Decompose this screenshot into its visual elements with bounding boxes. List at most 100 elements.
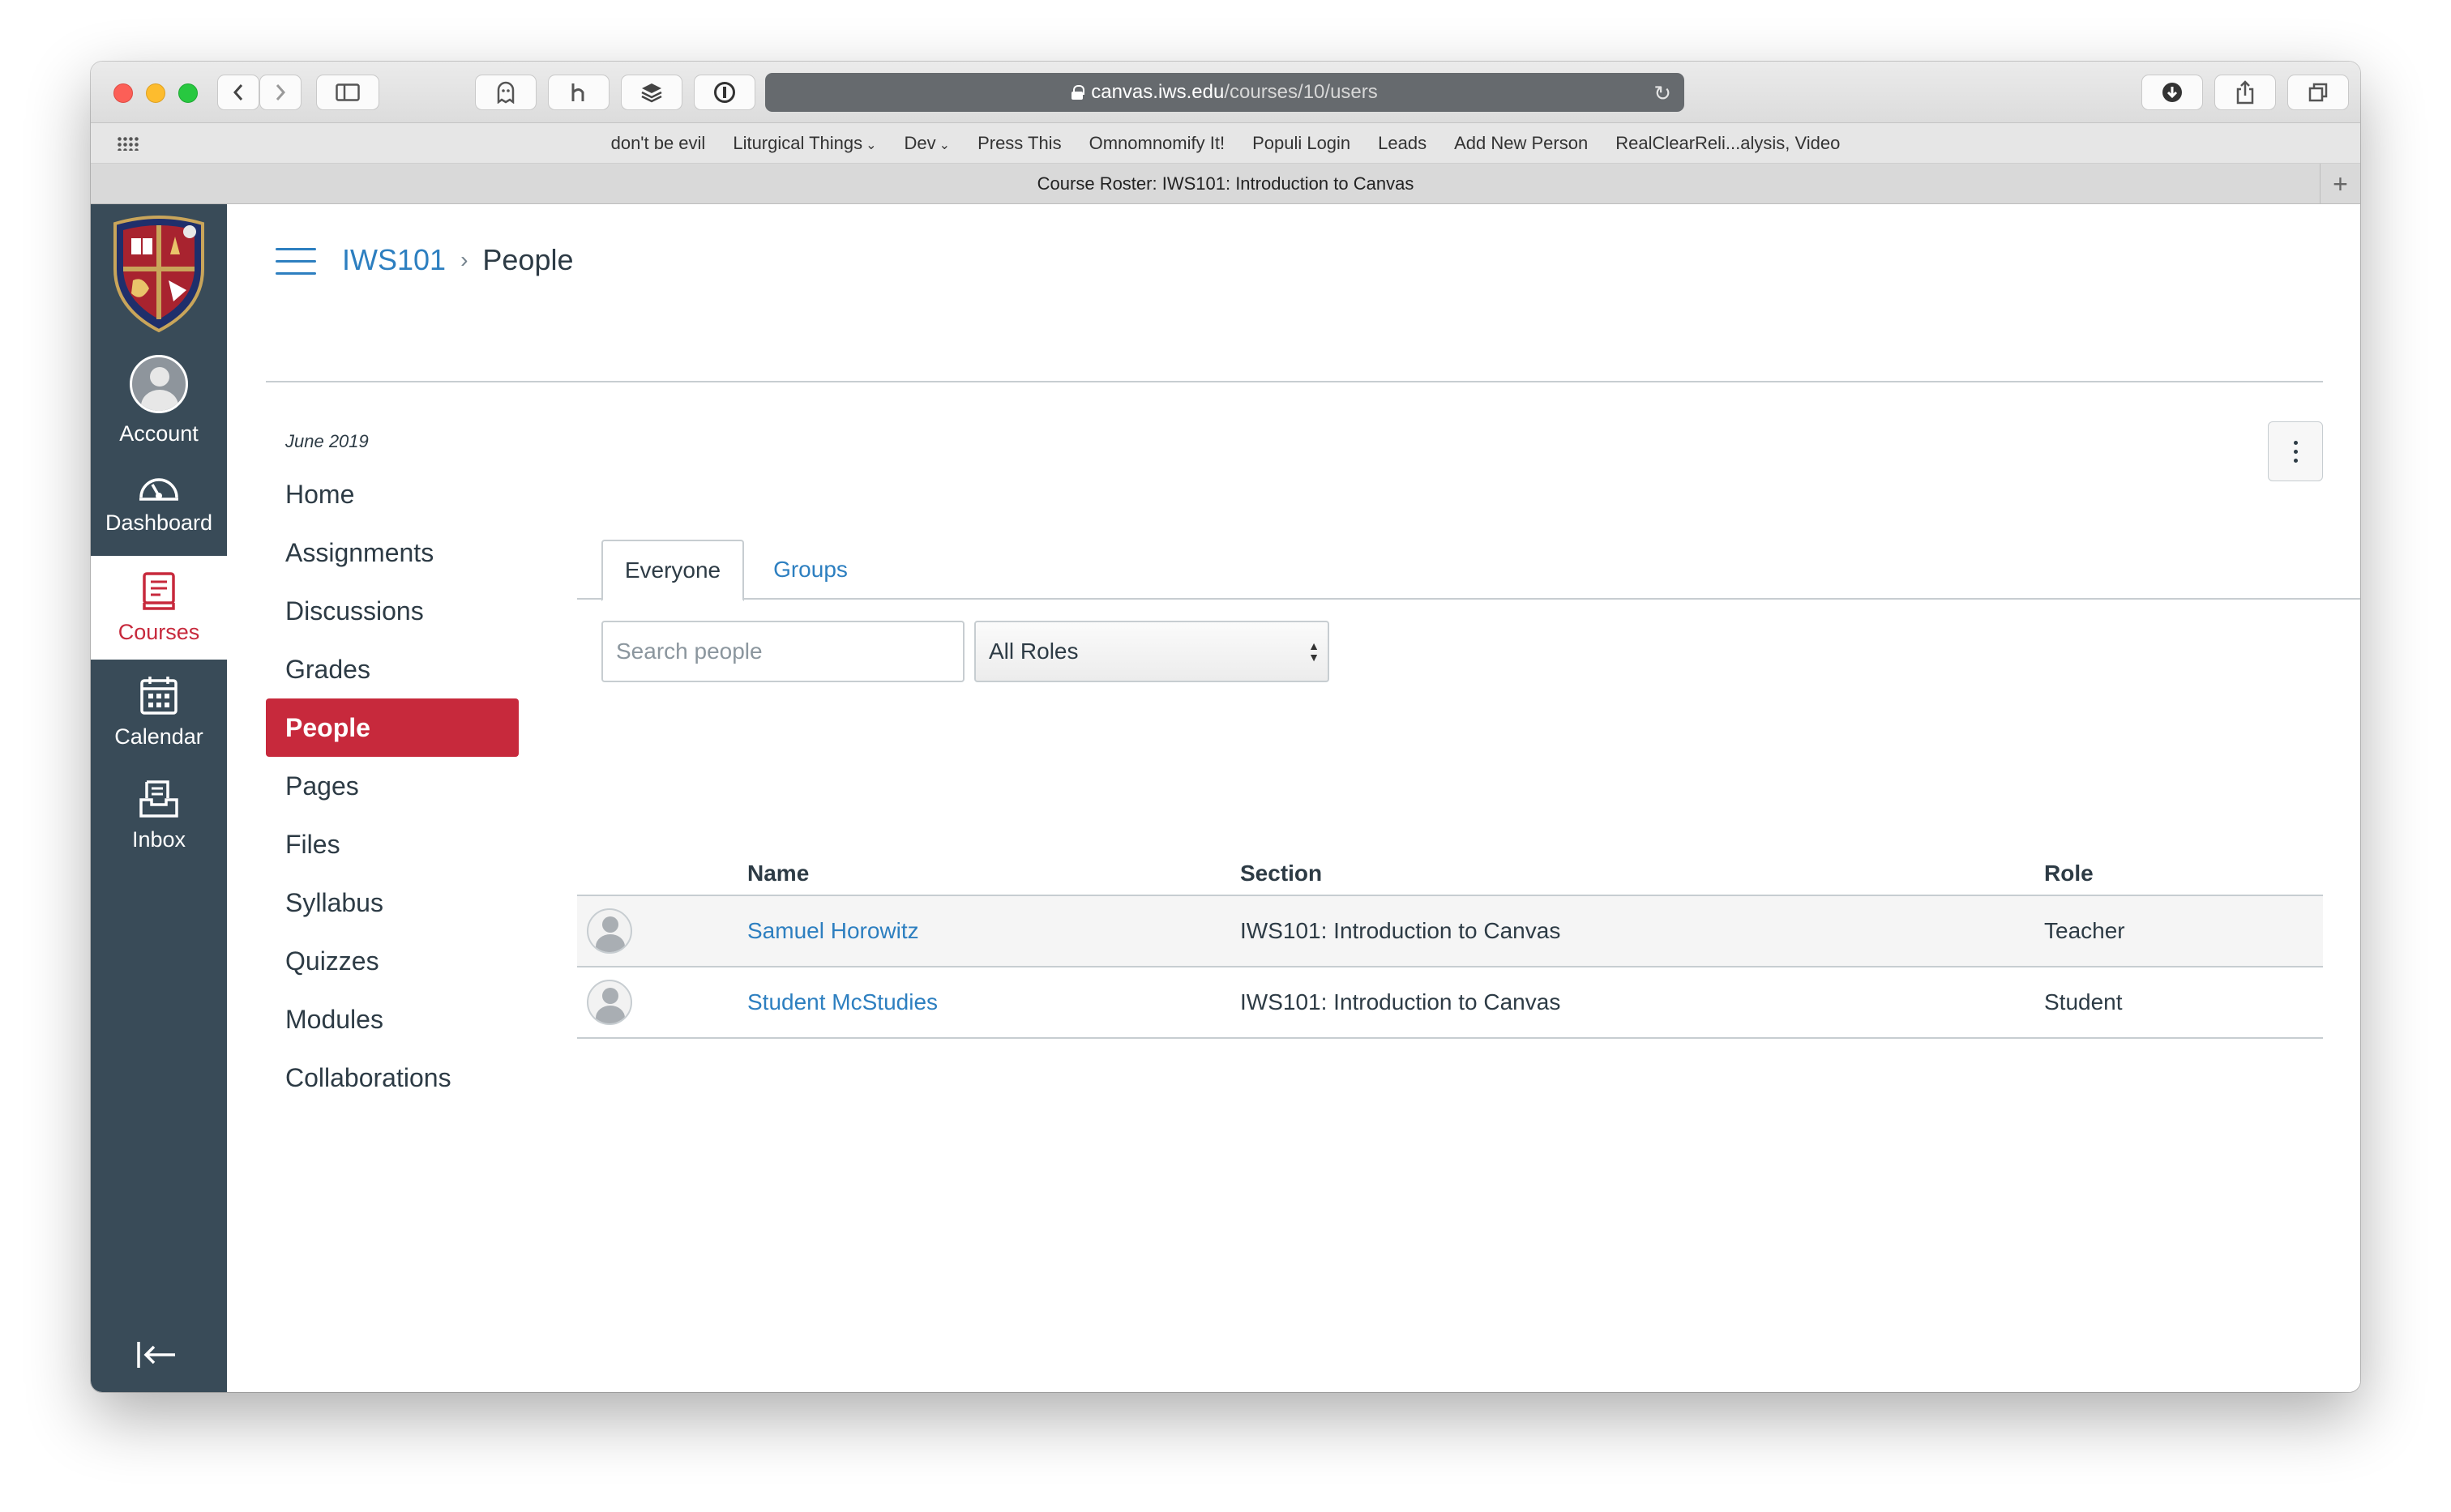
plus-icon: +: [2333, 169, 2348, 199]
hamburger-icon: [276, 248, 316, 250]
user-role: Teacher: [2044, 918, 2125, 943]
global-nav-account[interactable]: Account: [91, 348, 227, 452]
bookmark-item[interactable]: Leads: [1378, 133, 1427, 154]
browser-tab-bar: Course Roster: IWS101: Introduction to C…: [91, 164, 2360, 204]
bookmark-item[interactable]: Press This: [977, 133, 1062, 154]
bookmark-folder[interactable]: Dev ⌄: [905, 133, 951, 154]
breadcrumb-separator-icon: ›: [460, 247, 468, 272]
crest-logo-icon: [113, 216, 204, 333]
course-nav-grades[interactable]: Grades: [266, 640, 519, 698]
minimize-window-button[interactable]: [146, 83, 165, 103]
user-section: IWS101: Introduction to Canvas: [1240, 918, 1561, 943]
browser-tab-title[interactable]: Course Roster: IWS101: Introduction to C…: [1037, 173, 1414, 194]
more-options-button[interactable]: [2268, 421, 2323, 481]
role-filter-select[interactable]: All Roles ▲ ▼: [974, 621, 1329, 682]
course-nav-modules[interactable]: Modules: [266, 990, 519, 1049]
courses-book-icon: [143, 571, 175, 610]
table-header-row: Name Section Role: [577, 852, 2323, 896]
user-avatar-icon[interactable]: [587, 980, 632, 1025]
inbox-icon: [139, 779, 178, 818]
user-name-cell: Samuel Horowitz: [747, 918, 1240, 944]
canvas-page: Account Dashboard Courses Calendar Inbox: [91, 204, 2360, 1392]
course-nav-assignments[interactable]: Assignments: [266, 523, 519, 582]
downloads-button[interactable]: [2141, 75, 2203, 110]
user-name-link[interactable]: Samuel Horowitz: [747, 918, 919, 943]
header-divider: [266, 381, 2323, 382]
reload-icon[interactable]: ↻: [1653, 81, 1671, 106]
course-nav-discussions[interactable]: Discussions: [266, 582, 519, 640]
buffer-extension-button[interactable]: [621, 75, 682, 110]
bookmark-item[interactable]: Omnomnomify It!: [1089, 133, 1225, 154]
breadcrumb-course-link[interactable]: IWS101: [342, 243, 446, 277]
download-icon: [2162, 83, 2182, 102]
chevron-left-icon: [233, 84, 243, 100]
course-nav-files[interactable]: Files: [266, 815, 519, 873]
user-avatar-icon[interactable]: [587, 908, 632, 954]
global-nav-courses-label: Courses: [118, 619, 200, 644]
course-nav-quizzes[interactable]: Quizzes: [266, 932, 519, 990]
apps-grid-icon[interactable]: [117, 136, 139, 151]
bookmark-item[interactable]: Populi Login: [1252, 133, 1350, 154]
global-nav-calendar[interactable]: Calendar: [91, 660, 227, 763]
sidebar-toggle-button[interactable]: [316, 75, 379, 110]
global-nav-dashboard[interactable]: Dashboard: [91, 451, 227, 554]
course-nav-home[interactable]: Home: [266, 465, 519, 523]
hypothesis-extension-button[interactable]: [548, 75, 610, 110]
ghost-icon: [497, 81, 515, 104]
global-navigation: Account Dashboard Courses Calendar Inbox: [91, 204, 227, 1392]
bookmark-item[interactable]: RealClearReli...alysis, Video: [1615, 133, 1840, 154]
zoom-window-button[interactable]: [178, 83, 198, 103]
lock-icon: [1072, 85, 1085, 100]
chevron-right-icon: [276, 84, 286, 100]
course-nav-people[interactable]: People: [266, 698, 519, 757]
close-window-button[interactable]: [113, 83, 133, 103]
bookmark-folder[interactable]: Liturgical Things ⌄: [733, 133, 876, 154]
onepassword-icon: [714, 82, 735, 103]
user-avatar-cell: [577, 908, 747, 954]
institution-logo[interactable]: [105, 212, 212, 334]
global-nav-courses[interactable]: Courses: [91, 556, 227, 660]
share-button[interactable]: [2214, 75, 2276, 110]
bookmark-item[interactable]: don't be evil: [611, 133, 706, 154]
course-nav-pages[interactable]: Pages: [266, 757, 519, 815]
user-avatar-cell: [577, 980, 747, 1025]
back-button[interactable]: [217, 75, 259, 110]
address-bar[interactable]: canvas.iws.edu/courses/10/users ↻: [765, 73, 1684, 112]
url-path: /courses/10/users: [1224, 81, 1378, 103]
chevron-down-icon: ⌄: [939, 138, 951, 152]
url-host: canvas.iws.edu: [1091, 81, 1225, 103]
onepassword-extension-button[interactable]: [694, 75, 755, 110]
dashboard-gauge-icon: [139, 477, 178, 501]
search-people-input[interactable]: [601, 621, 965, 682]
global-nav-calendar-label: Calendar: [114, 724, 203, 749]
new-tab-button[interactable]: +: [2320, 164, 2360, 204]
forward-button[interactable]: [259, 75, 302, 110]
roster-table: Name Section Role Samuel Horowitz IWS101…: [577, 852, 2323, 1039]
collapse-nav-button[interactable]: [135, 1339, 180, 1379]
breadcrumb-current-page: People: [482, 243, 574, 276]
bookmark-item[interactable]: Add New Person: [1454, 133, 1588, 154]
course-menu-toggle[interactable]: [276, 248, 316, 277]
people-tabs: Everyone Groups: [577, 540, 2360, 601]
global-nav-account-label: Account: [119, 421, 199, 446]
tab-everyone[interactable]: Everyone: [601, 540, 744, 601]
course-nav-syllabus[interactable]: Syllabus: [266, 873, 519, 932]
breadcrumb: IWS101 › People: [342, 243, 574, 277]
header-name: Name: [747, 861, 810, 886]
share-icon: [2236, 80, 2254, 105]
user-name-link[interactable]: Student McStudies: [747, 989, 938, 1014]
table-row: Student McStudies IWS101: Introduction t…: [577, 967, 2323, 1039]
global-nav-inbox[interactable]: Inbox: [91, 763, 227, 867]
hamburger-icon-bar: [276, 272, 316, 275]
course-nav-collaborations[interactable]: Collaborations: [266, 1049, 519, 1107]
kebab-menu-icon: [2293, 438, 2298, 465]
header-role: Role: [2044, 861, 2094, 886]
user-section: IWS101: Introduction to Canvas: [1240, 989, 1561, 1014]
select-arrows-icon: ▲ ▼: [1308, 639, 1320, 664]
ghostery-extension-button[interactable]: [475, 75, 537, 110]
collapse-arrow-icon: [137, 1342, 175, 1368]
tab-overview-button[interactable]: [2287, 75, 2349, 110]
tab-groups[interactable]: Groups: [744, 540, 877, 600]
chevron-down-icon: ⌄: [866, 138, 877, 152]
bookmarks-bar: don't be evil Liturgical Things ⌄ Dev ⌄ Pr…: [91, 123, 2360, 164]
